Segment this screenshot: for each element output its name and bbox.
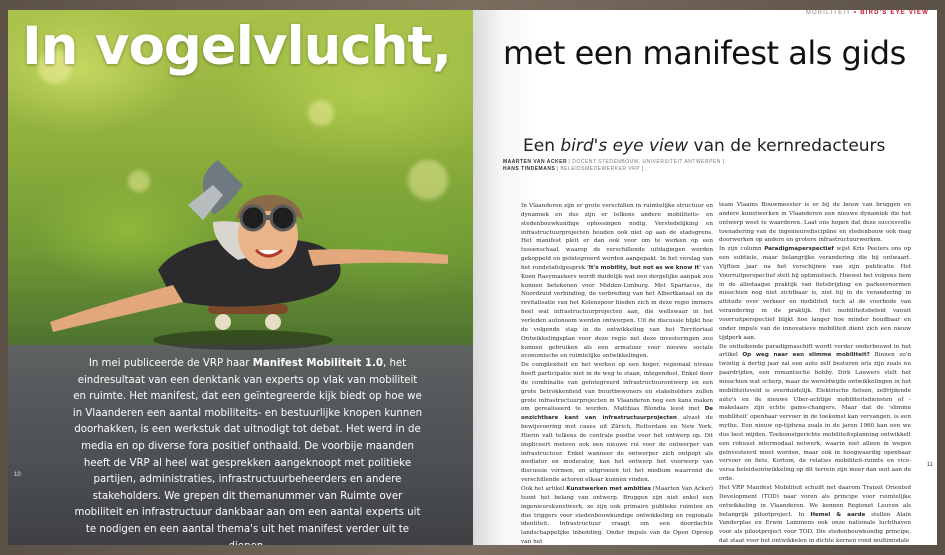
body-text: In zijn column xyxy=(719,246,765,253)
author-name: HANS TINDEMANS xyxy=(503,166,556,172)
paragraph: Het VRP Manifest Mobiliteit schuift net … xyxy=(719,484,911,545)
author-line: HANS TINDEMANS [ BELEIDSMEDEWERKER VRP ] xyxy=(503,166,725,173)
author-line: MAARTEN VAN ACKER [ DOCENT STEDENBOUW, U… xyxy=(503,159,725,166)
paragraph: In zijn column Paradigmaperspectief wijs… xyxy=(719,245,911,342)
paragraph: team Vlaams Bouwmeester is er bij de bou… xyxy=(719,201,911,245)
running-head-separator: • xyxy=(851,10,861,16)
headline-part-2: met een manifest als gids xyxy=(503,34,906,72)
running-head: MOBILITEIT • BIRD'S EYE VIEW xyxy=(806,10,929,16)
author-role: [ BELEIDSMEDEWERKER VRP ] xyxy=(556,166,644,172)
body-text: wijst Kris Peeters ons op een subtiele, … xyxy=(719,246,911,341)
intro-text-2: , het eindresultaat van een denktank van… xyxy=(72,358,423,545)
running-head-title: BIRD'S EYE VIEW xyxy=(860,10,929,16)
right-page: MOBILITEIT • BIRD'S EYE VIEW met een man… xyxy=(473,10,937,545)
subtitle-italic: bird's eye view xyxy=(560,136,689,156)
article-reference: Hemel & aarde xyxy=(810,511,866,518)
intro-paragraph: In mei publiceerde de VRP haar Manifest … xyxy=(70,356,425,545)
body-text: In Vlaanderen zijn er grote verschillen … xyxy=(521,203,713,271)
paragraph: In Vlaanderen zijn er grote verschillen … xyxy=(521,202,713,361)
article-reference: 'It's mobility, but not as we know it' xyxy=(587,264,701,271)
magazine-spread: In vogelvlucht, In mei publiceerde de VR… xyxy=(0,0,945,555)
paragraph: Ook het artikel Kunstwerken met ambities… xyxy=(521,485,713,545)
body-text: team Vlaams Bouwmeester is er bij de bou… xyxy=(719,202,911,244)
author-role: [ DOCENT STEDENBOUW, UNIVERSITEIT ANTWER… xyxy=(568,159,725,165)
left-page-photo: In vogelvlucht, In mei publiceerde de VR… xyxy=(8,10,473,545)
article-column-2: team Vlaams Bouwmeester is er bij de bou… xyxy=(719,201,911,545)
body-text: De complexiteit en het werken op een hog… xyxy=(521,362,713,413)
author-byline: MAARTEN VAN ACKER [ DOCENT STEDENBOUW, U… xyxy=(503,159,725,173)
running-head-section: MOBILITEIT xyxy=(805,10,852,16)
article-reference: Kunstwerken met ambities xyxy=(566,486,651,492)
intro-text-1: In mei publiceerde de VRP haar xyxy=(88,358,253,369)
article-subtitle: Een bird's eye view van de kernredacteur… xyxy=(523,136,885,156)
paragraph: De ontluikende paradigmaschift wordt ver… xyxy=(719,343,911,485)
subtitle-end: van de kernredacteurs xyxy=(688,136,886,156)
manifest-title: Manifest Mobiliteit 1.0 xyxy=(252,358,383,369)
article-column-1: In Vlaanderen zijn er grote verschillen … xyxy=(521,202,713,545)
subtitle-start: Een xyxy=(523,136,561,156)
body-text: Ook het artikel xyxy=(521,486,567,492)
body-text: Binnen zo'n twintig à dertig jaar zal ee… xyxy=(719,352,912,483)
page-number-left: 10 xyxy=(14,472,21,478)
headline-part-1: In vogelvlucht, xyxy=(22,16,452,77)
article-reference: Paradigmaperspectief xyxy=(764,246,834,253)
paragraph: De complexiteit en het werken op een hog… xyxy=(521,361,713,485)
body-text: van Koen Raeymaekers wordt duidelijk wat… xyxy=(521,264,713,360)
body-text: (Maarten Van Acker) toont het belang van… xyxy=(521,486,714,545)
page-number-right: 11 xyxy=(926,462,933,468)
author-name: MAARTEN VAN ACKER xyxy=(503,159,568,165)
body-text: alvast de bewijsvoering met cases uit Zü… xyxy=(521,415,713,484)
article-reference: Op weg naar een slimme mobiliteit? xyxy=(742,352,870,359)
